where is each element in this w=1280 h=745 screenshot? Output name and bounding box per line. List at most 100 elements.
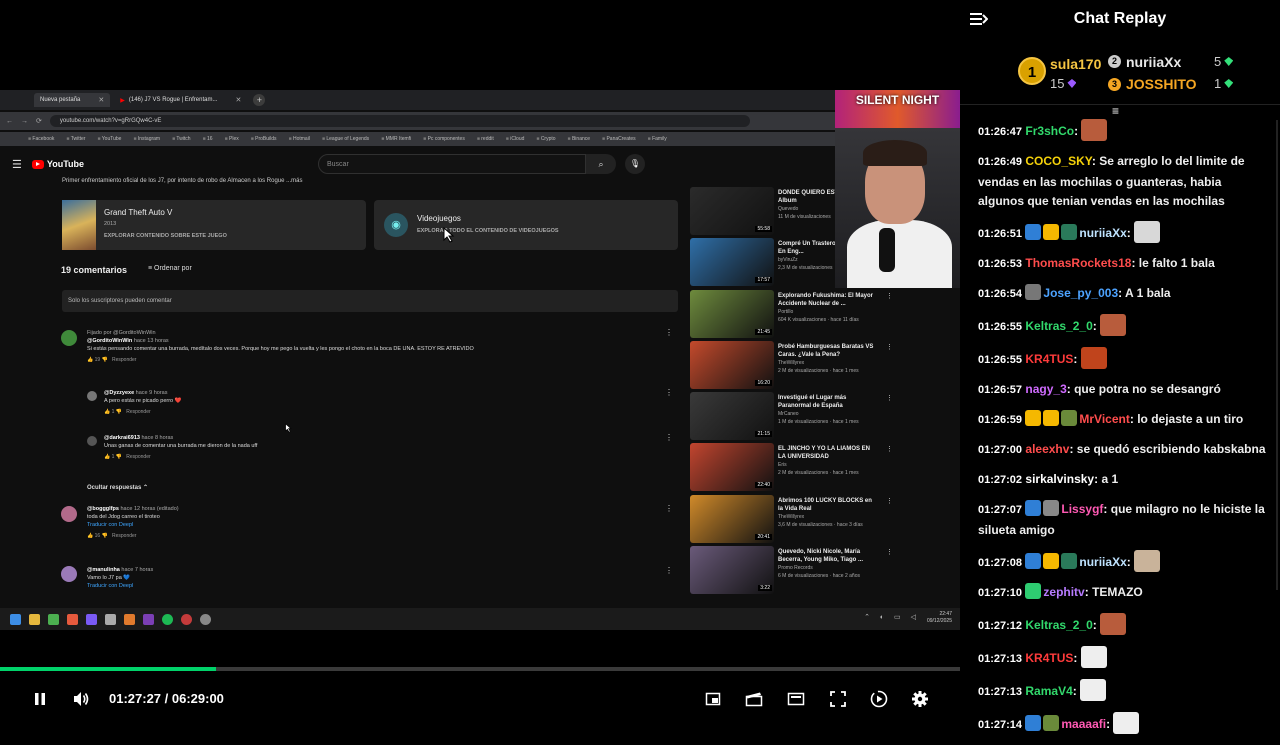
- more-options-icon[interactable]: ⋮: [665, 388, 673, 397]
- file-explorer-icon[interactable]: [29, 613, 40, 625]
- chat-username[interactable]: Keltras_2_0: [1025, 618, 1092, 632]
- avatar[interactable]: [61, 506, 77, 522]
- chat-username[interactable]: MrVicent: [1079, 412, 1129, 426]
- app-icon[interactable]: [105, 613, 116, 625]
- comment-author[interactable]: @manulinha: [87, 567, 120, 573]
- volume-button[interactable]: [68, 686, 94, 712]
- more-options-icon[interactable]: ⋮: [665, 566, 673, 575]
- leaderboard-name-1[interactable]: sula170: [1050, 56, 1101, 72]
- leaderboard-name-2[interactable]: nuriiaXx: [1126, 54, 1181, 70]
- bookmark-item[interactable]: MMR Itemfi: [381, 136, 412, 142]
- category-card[interactable]: ◉ Videojuegos EXPLORAR TODO EL CONTENIDO…: [374, 200, 678, 250]
- channel-name[interactable]: Portillo: [778, 309, 793, 315]
- chat-username[interactable]: Jose_py_003: [1043, 286, 1118, 300]
- address-input[interactable]: youtube.com/watch?v=gRrGQw4C-vE: [49, 115, 750, 127]
- fullscreen-button[interactable]: [825, 686, 851, 712]
- channel-name[interactable]: Quevedo: [778, 206, 798, 212]
- chat-username[interactable]: nuriiaXx: [1079, 226, 1126, 240]
- more-options-icon[interactable]: ⋮: [886, 497, 893, 505]
- bookmark-item[interactable]: League of Legends: [322, 136, 369, 142]
- like-icon[interactable]: 👍: [104, 409, 110, 415]
- game-card[interactable]: Grand Theft Auto V 2013 EXPLORAR CONTENI…: [62, 200, 366, 250]
- video-progress-bar[interactable]: [0, 667, 960, 671]
- translate-link[interactable]: Traducir con Deepl: [87, 521, 179, 529]
- hide-replies-button[interactable]: Ocultar respuestas ⌃: [87, 484, 148, 491]
- reply-button[interactable]: Responder: [112, 357, 136, 363]
- bookmark-item[interactable]: ProBuilds: [251, 136, 276, 142]
- dislike-icon[interactable]: 👎: [102, 357, 108, 363]
- bookmark-item[interactable]: Binance: [568, 136, 590, 142]
- sort-button[interactable]: ≡ Ordenar por: [148, 265, 192, 272]
- bookmark-item[interactable]: reddit: [477, 136, 494, 142]
- more-options-icon[interactable]: ⋮: [665, 328, 673, 337]
- twitch-icon[interactable]: [143, 613, 154, 625]
- video-title[interactable]: Investigué el Lugar más Paranormal de Es…: [778, 394, 878, 410]
- bookmark-item[interactable]: Twitch: [172, 136, 190, 142]
- new-tab-button[interactable]: +: [253, 94, 266, 106]
- bookmark-item[interactable]: Facebook: [28, 136, 54, 142]
- theater-mode-button[interactable]: [783, 686, 809, 712]
- clip-button[interactable]: [741, 686, 767, 712]
- app-icon[interactable]: [181, 613, 192, 625]
- system-tray[interactable]: ⌃ ◐ ▭ ◁: [864, 613, 920, 621]
- bookmark-item[interactable]: Hotmail: [289, 136, 310, 142]
- channel-name[interactable]: Eris: [778, 462, 787, 468]
- chat-username[interactable]: sirkalvinsky: [1025, 472, 1094, 486]
- reply-button[interactable]: Responder: [126, 409, 150, 415]
- chat-username[interactable]: KR4TUS: [1025, 352, 1073, 366]
- expand-leaderboard-icon[interactable]: ≡: [1112, 104, 1119, 118]
- video-description[interactable]: Primer enfrentamiento oficial de los J7,…: [62, 178, 302, 184]
- browser-tab-new[interactable]: Nueva pestaña ✕: [34, 93, 111, 107]
- video-title[interactable]: Abrimos 100 LUCKY BLOCKS en la Vida Real: [778, 497, 878, 513]
- hamburger-menu-icon[interactable]: ☰: [12, 158, 22, 171]
- channel-name[interactable]: Promo Records: [778, 565, 813, 571]
- more-options-icon[interactable]: ⋮: [665, 433, 673, 442]
- more-options-icon[interactable]: ⋮: [886, 548, 893, 556]
- bookmark-item[interactable]: Instagram: [133, 136, 160, 142]
- bookmark-item[interactable]: iCloud: [506, 136, 524, 142]
- bookmark-item[interactable]: Plex: [225, 136, 239, 142]
- back-icon[interactable]: ←: [6, 118, 13, 125]
- chat-username[interactable]: nagy_3: [1025, 382, 1066, 396]
- channel-name[interactable]: TheWillyrex: [778, 514, 804, 520]
- chat-username[interactable]: maaaafi: [1061, 717, 1106, 731]
- dislike-icon[interactable]: 👎: [116, 454, 122, 460]
- recommended-video[interactable]: 16:20 Probé Hamburguesas Baratas VS Caras…: [690, 341, 893, 389]
- firefox-icon[interactable]: [67, 613, 78, 625]
- chat-username[interactable]: KR4TUS: [1025, 651, 1073, 665]
- like-icon[interactable]: 👍: [87, 357, 93, 363]
- translate-link[interactable]: Traducir con Deepl: [87, 582, 153, 590]
- video-title[interactable]: Explorando Fukushima: El Mayor Accidente…: [778, 292, 878, 308]
- bookmark-item[interactable]: Family: [648, 136, 667, 142]
- video-title[interactable]: EL JINCHO Y YO LA LIAMOS EN LA UNIVERSID…: [778, 445, 878, 461]
- recommended-video[interactable]: 21:15 Investigué el Lugar más Paranormal …: [690, 392, 893, 440]
- search-icon[interactable]: ⌕: [586, 154, 616, 174]
- video-title[interactable]: Quevedo, Nicki Nicole, María Becerra, Yo…: [778, 548, 878, 564]
- like-icon[interactable]: 👍: [87, 533, 93, 539]
- miniplayer-button[interactable]: [700, 686, 726, 712]
- playback-speed-button[interactable]: [866, 686, 892, 712]
- chat-scrollbar[interactable]: [1276, 120, 1278, 590]
- windows-start-icon[interactable]: [10, 613, 21, 625]
- channel-name[interactable]: byViruZz: [778, 257, 798, 263]
- spotify-icon[interactable]: [162, 613, 173, 625]
- chat-username[interactable]: aleexhv: [1025, 442, 1069, 456]
- more-options-icon[interactable]: ⋮: [886, 394, 893, 402]
- microphone-icon[interactable]: 🎙: [625, 154, 645, 174]
- comment-author[interactable]: @boggglfps: [87, 506, 119, 512]
- recommended-video[interactable]: 3:22 Quevedo, Nicki Nicole, María Becerra…: [690, 546, 893, 594]
- close-icon[interactable]: ✕: [235, 96, 241, 104]
- chat-username[interactable]: RamaV4: [1025, 684, 1072, 698]
- close-icon[interactable]: ✕: [98, 96, 104, 104]
- bookmark-item[interactable]: YouTube: [97, 136, 122, 142]
- dislike-icon[interactable]: 👎: [102, 533, 108, 539]
- bookmark-item[interactable]: Twitter: [66, 136, 86, 142]
- avatar[interactable]: [61, 566, 77, 582]
- comment-author[interactable]: @Dyzzyexe: [104, 390, 134, 396]
- video-title[interactable]: Probé Hamburguesas Baratas VS Caras. ¿Va…: [778, 343, 878, 359]
- reply-button[interactable]: Responder: [126, 454, 150, 460]
- forward-icon[interactable]: →: [21, 118, 28, 125]
- chat-username[interactable]: zephitv: [1043, 585, 1084, 599]
- recommended-video[interactable]: 20:41 Abrimos 100 LUCKY BLOCKS en la Vida…: [690, 495, 893, 543]
- chat-username[interactable]: Lissygf: [1061, 502, 1103, 516]
